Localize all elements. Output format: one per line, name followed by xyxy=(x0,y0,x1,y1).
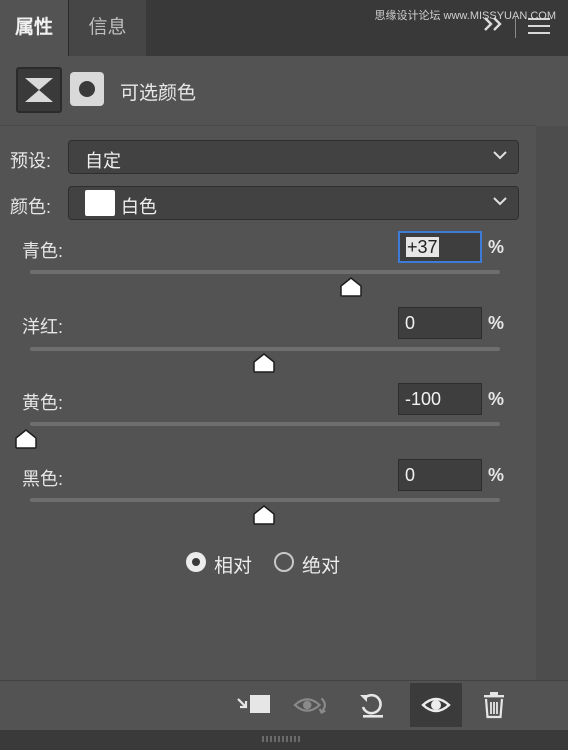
visibility-eye-icon[interactable] xyxy=(410,683,462,727)
header-separator xyxy=(515,16,516,38)
adjustment-layer-icon[interactable] xyxy=(16,67,62,113)
chevron-down-icon xyxy=(493,197,507,206)
preset-value: 自定 xyxy=(85,151,121,171)
preset-dropdown[interactable]: 自定 xyxy=(68,140,519,174)
yellow-slider-track[interactable] xyxy=(30,422,500,426)
relative-label[interactable]: 相对 xyxy=(214,551,252,578)
absolute-label[interactable]: 绝对 xyxy=(302,551,340,578)
magenta-value: 0 xyxy=(405,313,416,333)
percent-unit: % xyxy=(488,237,505,257)
clip-to-layer-icon[interactable] xyxy=(234,683,274,727)
magenta-label: 洋红: xyxy=(22,317,64,337)
color-swatch xyxy=(85,190,115,216)
cyan-value: +37 xyxy=(406,237,439,257)
absolute-radio[interactable] xyxy=(274,552,294,572)
trash-icon[interactable] xyxy=(474,683,514,727)
tab-info[interactable]: 信息 xyxy=(68,0,146,56)
percent-unit: % xyxy=(488,313,505,333)
panel-title: 可选颜色 xyxy=(120,83,197,104)
yellow-input[interactable]: -100 xyxy=(398,383,482,415)
double-chevron-right-icon[interactable] xyxy=(481,14,505,38)
black-slider-thumb[interactable] xyxy=(252,505,276,525)
panel-tab-bar: 属性 信息 思缘设计论坛 www.MISSYUAN.COM xyxy=(0,0,568,56)
cyan-slider-track[interactable] xyxy=(30,270,500,274)
black-value: 0 xyxy=(405,465,416,485)
color-dropdown[interactable]: 白色 xyxy=(68,186,519,220)
magenta-slider-track[interactable] xyxy=(30,347,500,351)
view-previous-state-icon[interactable] xyxy=(292,683,332,727)
mask-icon[interactable] xyxy=(70,72,104,106)
cyan-label: 青色: xyxy=(22,241,64,261)
percent-unit: % xyxy=(488,389,505,409)
scrollbar-track[interactable] xyxy=(536,126,568,680)
yellow-label: 黄色: xyxy=(22,393,64,413)
color-value: 白色 xyxy=(121,197,157,217)
black-label: 黑色: xyxy=(22,469,64,489)
color-label: 颜色: xyxy=(10,197,52,217)
black-input[interactable]: 0 xyxy=(398,459,482,491)
magenta-input[interactable]: 0 xyxy=(398,307,482,339)
reset-icon[interactable] xyxy=(352,683,392,727)
preset-label: 预设: xyxy=(10,151,52,171)
yellow-slider-thumb[interactable] xyxy=(14,429,38,449)
chevron-down-icon xyxy=(493,151,507,160)
cyan-slider-thumb[interactable] xyxy=(339,277,363,297)
black-slider-track[interactable] xyxy=(30,498,500,502)
resize-grip[interactable] xyxy=(262,736,300,742)
magenta-slider-thumb[interactable] xyxy=(252,353,276,373)
divider xyxy=(0,125,536,126)
menu-icon[interactable] xyxy=(528,18,550,36)
percent-unit: % xyxy=(488,465,505,485)
tab-properties[interactable]: 属性 xyxy=(0,0,68,56)
cyan-input[interactable]: +37 xyxy=(398,231,482,263)
relative-radio[interactable] xyxy=(186,552,206,572)
yellow-value: -100 xyxy=(405,389,442,409)
